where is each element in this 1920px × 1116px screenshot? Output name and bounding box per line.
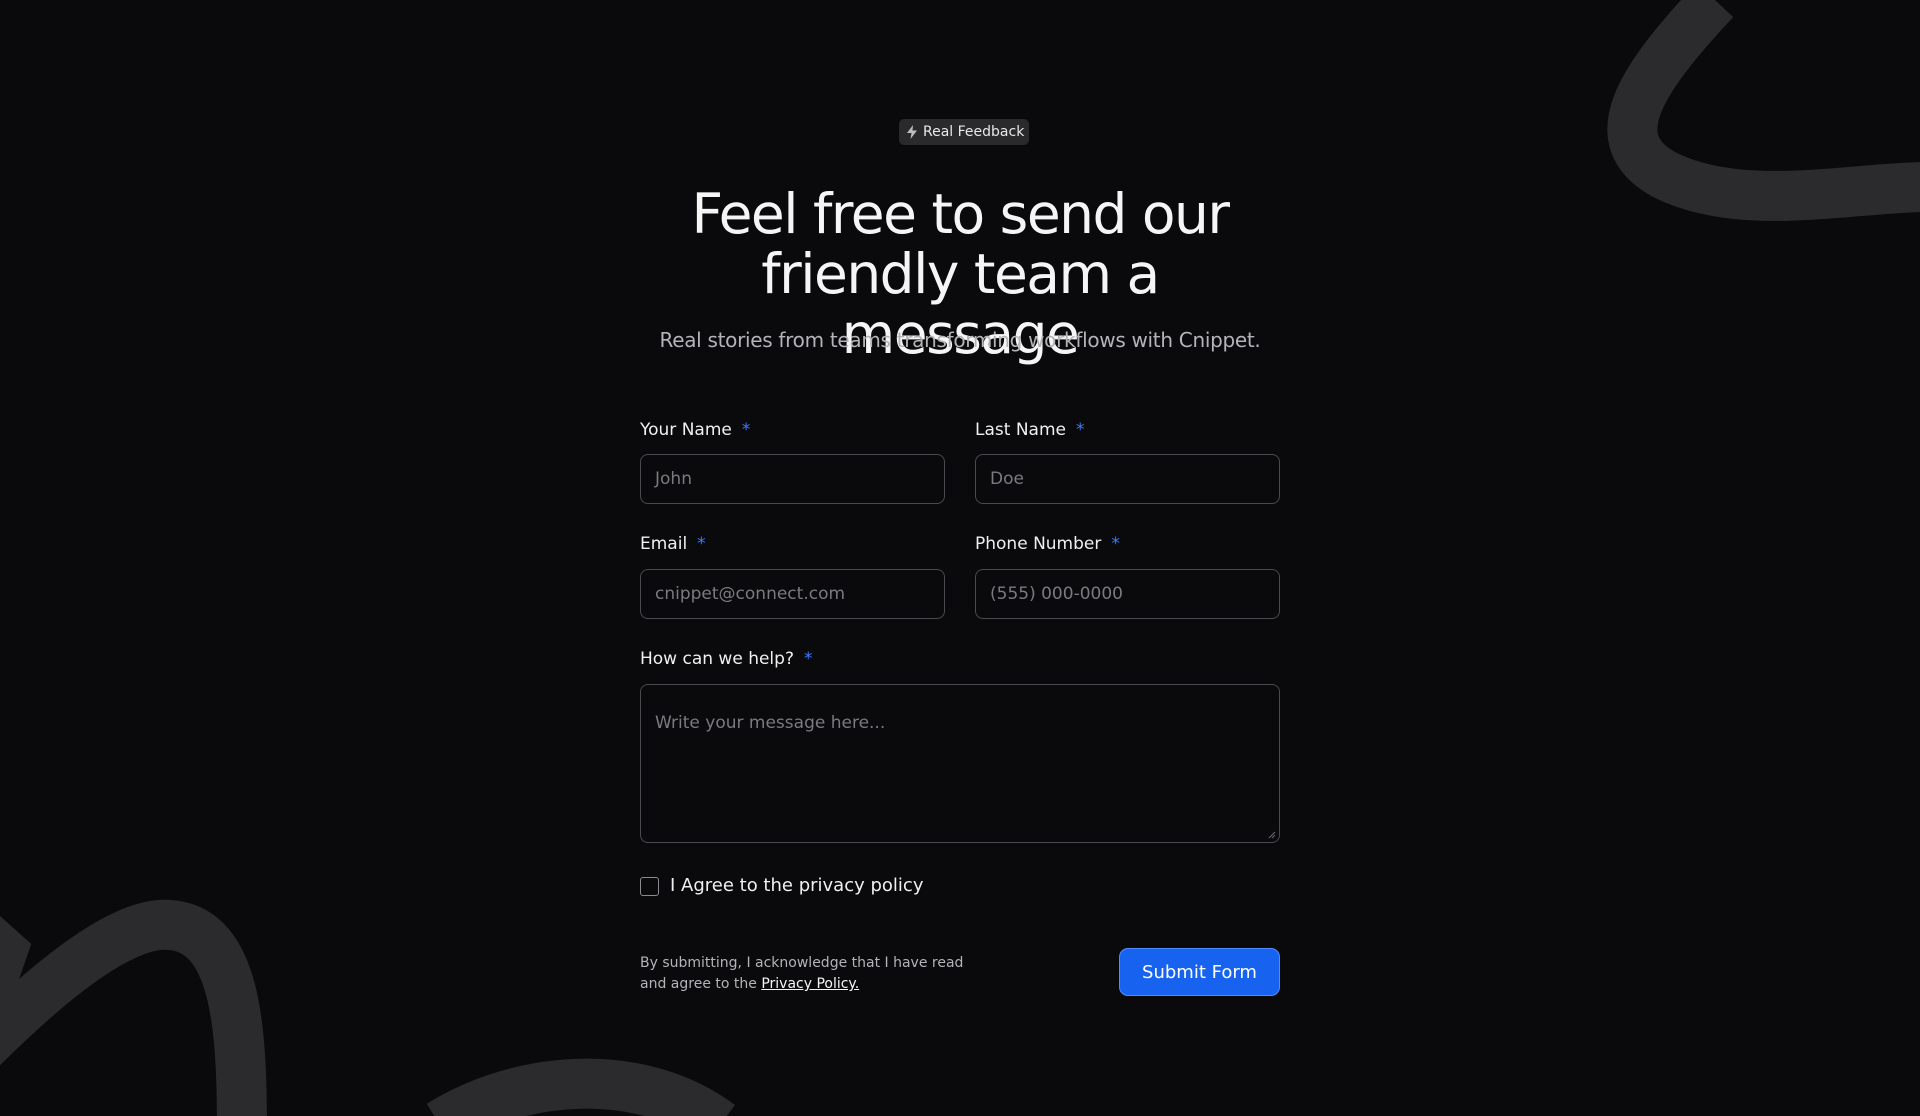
- phone-placeholder: (555) 000-0000: [990, 584, 1123, 604]
- privacy-checkbox[interactable]: [640, 877, 659, 896]
- message-textarea[interactable]: Write your message here...: [640, 684, 1280, 843]
- submit-disclaimer: By submitting, I acknowledge that I have…: [640, 953, 970, 995]
- message-label: How can we help? *: [640, 649, 812, 669]
- submit-form-button[interactable]: Submit Form: [1119, 948, 1280, 996]
- message-label-text: How can we help?: [640, 649, 794, 669]
- decorative-swirl-left-edge: [0, 916, 32, 1034]
- first-name-label-text: Your Name: [640, 420, 732, 440]
- real-feedback-badge: Real Feedback: [899, 119, 1030, 145]
- last-name-label: Last Name *: [975, 420, 1084, 440]
- phone-input[interactable]: (555) 000-0000: [975, 569, 1280, 619]
- first-name-input[interactable]: John: [640, 454, 945, 504]
- privacy-policy-link[interactable]: Privacy Policy.: [761, 976, 859, 992]
- message-placeholder: Write your message here...: [655, 713, 886, 733]
- submit-button-label: Submit Form: [1142, 961, 1257, 983]
- last-name-input[interactable]: Doe: [975, 454, 1280, 504]
- required-marker: *: [1075, 420, 1085, 440]
- required-marker: *: [697, 534, 706, 554]
- resize-grip-icon[interactable]: [1268, 831, 1276, 839]
- privacy-checkbox-label[interactable]: I Agree to the privacy policy: [670, 875, 923, 896]
- background-decoration: [0, 0, 1920, 1116]
- page-subtitle: Real stories from teams transforming wor…: [659, 328, 1261, 352]
- phone-label-text: Phone Number: [975, 534, 1102, 554]
- page-title-line-1: Feel free to send our: [691, 182, 1230, 246]
- lightning-bolt-icon: [907, 125, 917, 139]
- phone-label: Phone Number *: [975, 534, 1120, 554]
- email-placeholder: cnippet@connect.com: [655, 584, 846, 604]
- first-name-label: Your Name *: [640, 420, 750, 440]
- required-marker: *: [741, 420, 751, 440]
- decorative-swirl-bottom-left: [0, 899, 267, 1116]
- decorative-swirl-top-right: [1607, 0, 1920, 221]
- contact-page: Real Feedback Feel free to send our frie…: [0, 0, 1920, 1116]
- required-marker: *: [1111, 534, 1120, 554]
- email-label: Email *: [640, 534, 706, 554]
- last-name-label-text: Last Name: [975, 420, 1066, 440]
- email-label-text: Email: [640, 534, 688, 554]
- decorative-swirl-bottom-center: [426, 1058, 735, 1116]
- email-input[interactable]: cnippet@connect.com: [640, 569, 945, 619]
- badge-label: Real Feedback: [923, 124, 1025, 140]
- first-name-placeholder: John: [655, 469, 692, 489]
- required-marker: *: [803, 649, 813, 669]
- last-name-placeholder: Doe: [990, 469, 1024, 489]
